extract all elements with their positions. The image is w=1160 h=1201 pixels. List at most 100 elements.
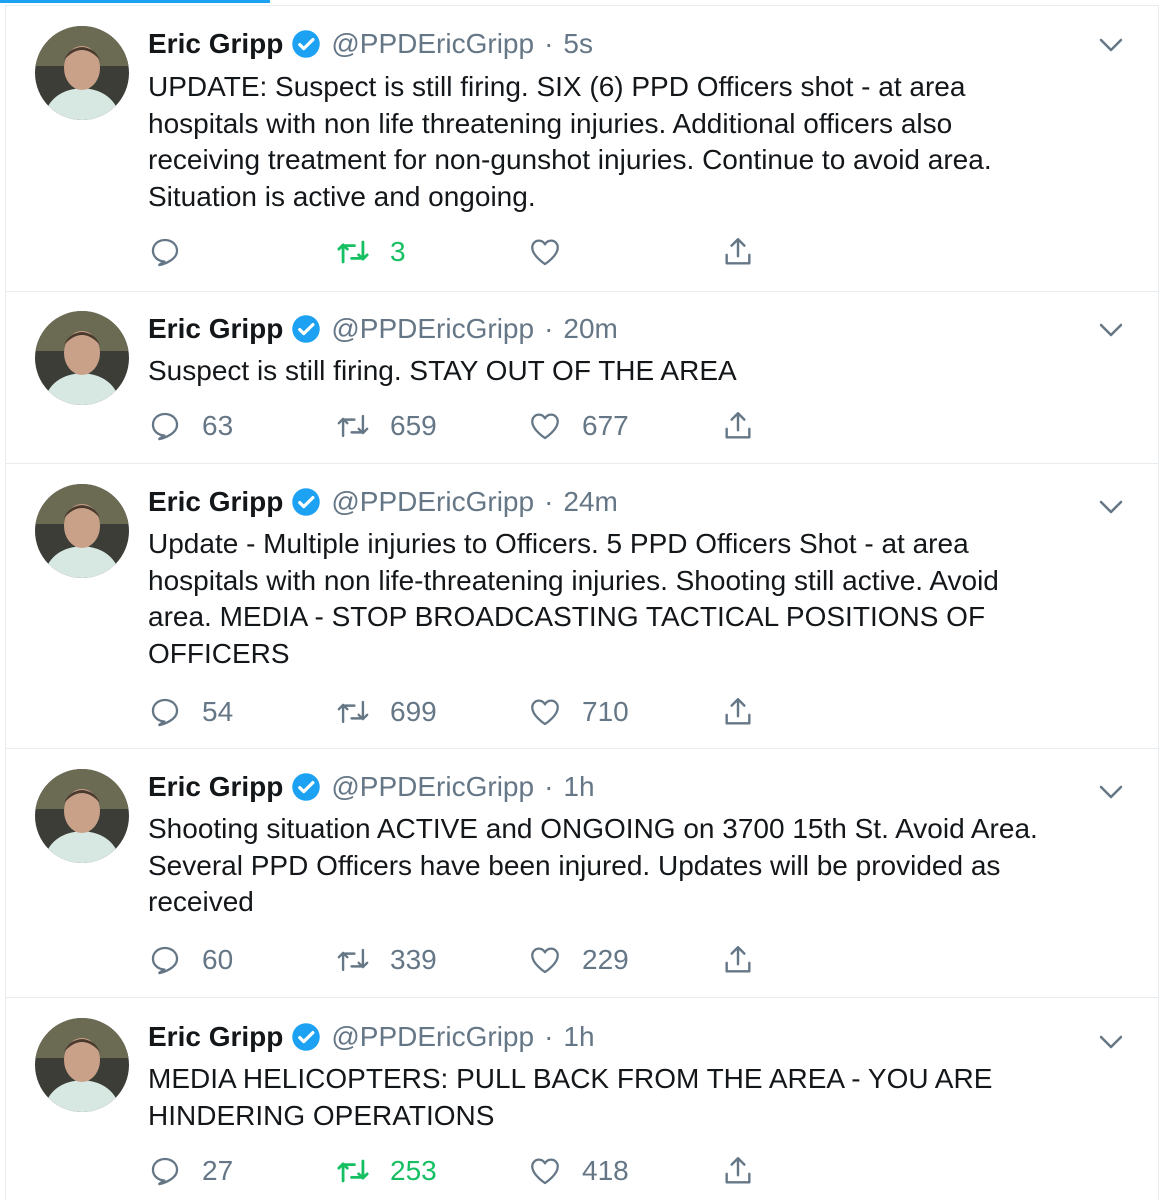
author-handle[interactable]: @PPDEricGripp	[331, 1021, 534, 1053]
tweet-text-line: area. MEDIA - STOP BROADCASTING TACTICAL…	[148, 601, 986, 633]
author-name[interactable]: Eric Gripp	[148, 771, 283, 803]
like-count: 677	[582, 410, 629, 441]
tweet-text-line: hospitals with non life-threatening inju…	[148, 564, 999, 596]
avatar[interactable]	[35, 26, 129, 120]
author-name[interactable]: Eric Gripp	[148, 28, 283, 60]
share-icon	[725, 238, 751, 265]
tweet-text: Shooting situation ACTIVE and ONGOING on…	[148, 811, 1138, 921]
tweet-text: Suspect is still firing. STAY OUT OF THE…	[148, 353, 1138, 390]
tweet-actions: 27 253 418	[148, 1151, 848, 1191]
tweet[interactable]: Eric Gripp @PPDEricGripp · 20m Suspect i…	[6, 292, 1158, 464]
share-button[interactable]	[721, 1151, 755, 1191]
reply-count: 27	[202, 1155, 234, 1186]
separator-dot: ·	[544, 313, 554, 344]
avatar[interactable]	[35, 311, 129, 405]
reply-button[interactable]: 63	[148, 406, 233, 446]
reply-button[interactable]: 54	[148, 692, 233, 732]
retweet-icon	[337, 700, 369, 724]
reply-icon	[151, 238, 179, 267]
avatar[interactable]	[35, 1018, 129, 1112]
tweet-text-line: Update - Multiple injuries to Officers. …	[148, 528, 969, 559]
avatar[interactable]	[35, 484, 129, 578]
retweet-count: 339	[390, 944, 437, 975]
separator-dot: ·	[544, 1021, 554, 1052]
chevron-down-icon[interactable]	[1096, 315, 1126, 345]
like-count: 418	[582, 1155, 629, 1186]
reply-button[interactable]: 27	[148, 1151, 233, 1191]
heart-icon	[531, 947, 559, 974]
tweet[interactable]: Eric Gripp @PPDEricGripp · 1h MEDIA HELI…	[6, 998, 1158, 1201]
author-handle[interactable]: @PPDEricGripp	[331, 313, 534, 345]
verified-badge-icon	[291, 29, 321, 59]
heart-icon	[531, 239, 559, 266]
timestamp-link[interactable]: 1h	[563, 1021, 594, 1053]
chevron-down-icon[interactable]	[1096, 777, 1126, 807]
avatar-image	[35, 26, 129, 120]
verified-badge-icon	[291, 772, 321, 802]
author-name[interactable]: Eric Gripp	[148, 313, 283, 345]
share-icon	[725, 698, 751, 725]
like-button[interactable]: 677	[528, 406, 629, 446]
avatar-image	[35, 484, 129, 578]
timestamp-link[interactable]: 24m	[563, 486, 617, 518]
tweet-text-line: MEDIA HELICOPTERS: PULL BACK FROM THE AR…	[148, 1063, 993, 1094]
tweet-text-line: Suspect is still firing. STAY OUT OF THE…	[148, 355, 737, 386]
tweet-text-line: received	[148, 886, 254, 918]
tweet-timeline: Eric Gripp @PPDEricGripp · 5s UPDATE: Su…	[5, 5, 1159, 1200]
chevron-down-icon[interactable]	[1096, 30, 1126, 60]
verified-badge-icon	[291, 1022, 321, 1052]
like-button[interactable]	[528, 232, 582, 272]
reply-count: 63	[202, 410, 234, 441]
tweet-text-line: hospitals with non life threatening inju…	[148, 107, 953, 139]
reply-button[interactable]: 60	[148, 940, 233, 980]
retweet-count: 3	[390, 236, 406, 267]
retweet-button[interactable]: 253	[336, 1151, 437, 1191]
tweet-text-line: HINDERING OPERATIONS	[148, 1099, 495, 1131]
avatar-image	[35, 311, 129, 405]
share-button[interactable]	[721, 406, 755, 446]
tweet[interactable]: Eric Gripp @PPDEricGripp · 5s UPDATE: Su…	[6, 6, 1158, 292]
timestamp-link[interactable]: 20m	[563, 313, 617, 345]
tweet-text-line: OFFICERS	[148, 637, 290, 669]
heart-icon	[531, 1158, 559, 1185]
retweet-button[interactable]: 659	[336, 406, 437, 446]
author-handle[interactable]: @PPDEricGripp	[331, 486, 534, 518]
tweet[interactable]: Eric Gripp @PPDEricGripp · 1h Shooting s…	[6, 749, 1158, 998]
tweet-text-line: receiving treatment for non-gunshot inju…	[148, 144, 992, 176]
retweet-icon	[337, 414, 369, 438]
tweet-actions: 63 659 677	[148, 406, 848, 446]
chevron-down-icon[interactable]	[1096, 1027, 1126, 1057]
share-button[interactable]	[721, 692, 755, 732]
retweet-button[interactable]: 699	[336, 692, 437, 732]
like-button[interactable]: 710	[528, 692, 629, 732]
reply-button[interactable]	[148, 232, 202, 272]
author-name[interactable]: Eric Gripp	[148, 486, 283, 518]
tweet-text: UPDATE: Suspect is still firing. SIX (6)…	[148, 69, 1138, 215]
like-button[interactable]: 229	[528, 940, 629, 980]
retweet-button[interactable]: 339	[336, 940, 437, 980]
like-count: 229	[582, 944, 629, 975]
top-accent-bar	[0, 0, 270, 3]
chevron-down-icon[interactable]	[1096, 492, 1126, 522]
author-handle[interactable]: @PPDEricGripp	[331, 771, 534, 803]
tweet-header: Eric Gripp @PPDEricGripp · 20m	[148, 309, 618, 349]
share-button[interactable]	[721, 940, 755, 980]
tweet[interactable]: Eric Gripp @PPDEricGripp · 24m Update - …	[6, 464, 1158, 749]
separator-dot: ·	[544, 771, 554, 802]
timestamp-link[interactable]: 1h	[563, 771, 594, 803]
share-icon	[725, 1157, 751, 1184]
separator-dot: ·	[544, 486, 554, 517]
reply-icon	[151, 1157, 179, 1186]
retweet-button[interactable]: 3	[336, 232, 406, 272]
author-name[interactable]: Eric Gripp	[148, 1021, 283, 1053]
like-button[interactable]: 418	[528, 1151, 629, 1191]
avatar-image	[35, 1018, 129, 1112]
avatar[interactable]	[35, 769, 129, 863]
retweet-count: 699	[390, 696, 437, 727]
timestamp-link[interactable]: 5s	[563, 28, 593, 60]
reply-icon	[151, 946, 179, 975]
author-handle[interactable]: @PPDEricGripp	[331, 28, 534, 60]
tweet-actions: 54 699 710	[148, 692, 848, 732]
retweet-icon	[337, 948, 369, 972]
share-button[interactable]	[721, 232, 755, 272]
